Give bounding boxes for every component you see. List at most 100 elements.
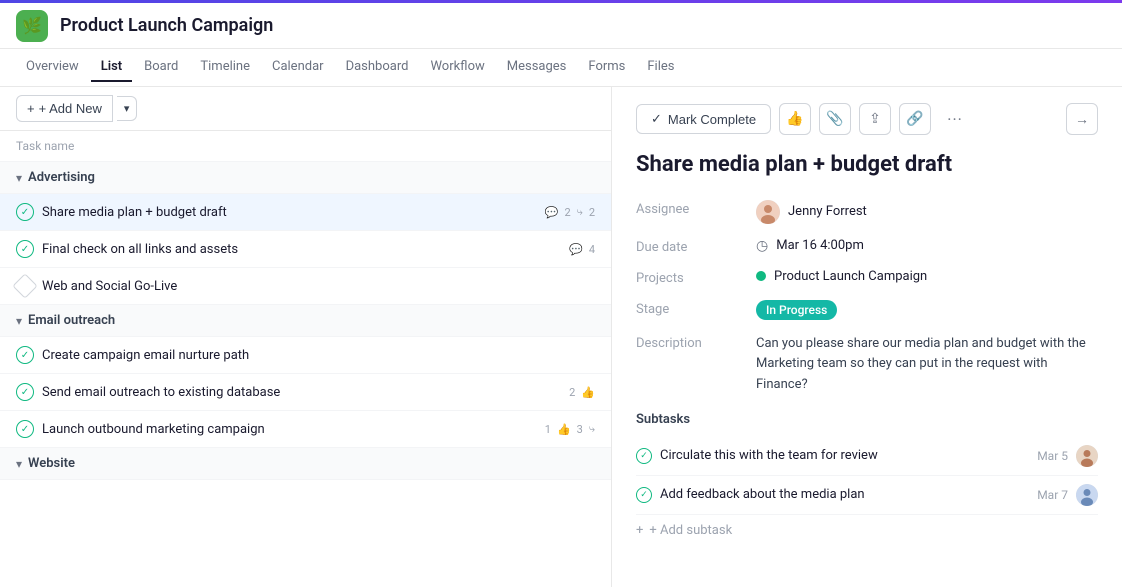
check-icon: ✓ bbox=[651, 111, 662, 127]
task-check: ✓ bbox=[16, 420, 34, 438]
task-row[interactable]: ✓ Final check on all links and assets 💬 … bbox=[0, 231, 611, 268]
task-name: Final check on all links and assets bbox=[42, 242, 561, 257]
add-subtask-button[interactable]: + + Add subtask bbox=[636, 515, 1098, 546]
section-name-advertising: Advertising bbox=[28, 170, 95, 185]
project-title: Product Launch Campaign bbox=[60, 15, 273, 36]
due-date-value[interactable]: ◷ Mar 16 4:00pm bbox=[756, 238, 1098, 254]
project-name: Product Launch Campaign bbox=[774, 269, 927, 284]
section-chevron-email-outreach: ▾ bbox=[16, 314, 22, 328]
calendar-icon: ◷ bbox=[756, 238, 768, 254]
stage-value[interactable]: In Progress bbox=[756, 300, 1098, 320]
subtask-name: Circulate this with the team for review bbox=[660, 448, 1029, 463]
subtasks-section: Subtasks ✓ Circulate this with the team … bbox=[636, 412, 1098, 546]
subtask-avatar-svg bbox=[1076, 484, 1098, 506]
add-new-button[interactable]: + + Add New bbox=[16, 95, 113, 122]
subtask-name: Add feedback about the media plan bbox=[660, 487, 1029, 502]
tab-files[interactable]: Files bbox=[637, 53, 684, 82]
projects-label: Projects bbox=[636, 269, 756, 286]
thumbs-up-button[interactable]: 👍 bbox=[779, 103, 811, 135]
due-date: Mar 16 4:00pm bbox=[776, 238, 864, 253]
status-badge: In Progress bbox=[756, 300, 837, 320]
tab-messages[interactable]: Messages bbox=[497, 53, 577, 82]
app-icon: 🌿 bbox=[16, 10, 48, 42]
tab-overview[interactable]: Overview bbox=[16, 53, 89, 82]
task-check: ✓ bbox=[16, 203, 34, 221]
section-header-website[interactable]: ▾ Website bbox=[0, 448, 611, 480]
tab-board[interactable]: Board bbox=[134, 53, 188, 82]
add-new-dropdown-button[interactable]: ▾ bbox=[117, 96, 138, 121]
task-row[interactable]: ✓ Send email outreach to existing databa… bbox=[0, 374, 611, 411]
task-name: Launch outbound marketing campaign bbox=[42, 422, 537, 437]
task-list: Task name ▾ Advertising ✓ Share media pl… bbox=[0, 131, 611, 587]
comment-count: 4 bbox=[589, 243, 595, 256]
subtask-row[interactable]: ✓ Add feedback about the media plan Mar … bbox=[636, 476, 1098, 515]
main-layout: + + Add New ▾ Task name ▾ Advertising ✓ … bbox=[0, 87, 1122, 587]
detail-stage-row: Stage In Progress bbox=[636, 300, 1098, 320]
due-date-label: Due date bbox=[636, 238, 756, 255]
project-dot bbox=[756, 271, 766, 281]
section-name-email-outreach: Email outreach bbox=[28, 313, 115, 328]
tab-workflow[interactable]: Workflow bbox=[420, 53, 494, 82]
task-name: Web and Social Go-Live bbox=[42, 279, 595, 294]
task-row[interactable]: ✓ Launch outbound marketing campaign 1 👍… bbox=[0, 411, 611, 448]
section-chevron-website: ▾ bbox=[16, 457, 22, 471]
subtask-date: Mar 5 bbox=[1037, 449, 1068, 463]
subtask-check: ✓ bbox=[636, 487, 652, 503]
section-chevron-advertising: ▾ bbox=[16, 171, 22, 185]
section-header-email-outreach[interactable]: ▾ Email outreach bbox=[0, 305, 611, 337]
task-name: Send email outreach to existing database bbox=[42, 385, 561, 400]
share-icon: ⇪ bbox=[869, 111, 881, 127]
close-icon: → bbox=[1075, 111, 1089, 128]
task-row[interactable]: ✓ Create campaign email nurture path bbox=[0, 337, 611, 374]
more-options-button[interactable]: ··· bbox=[939, 103, 971, 135]
section-header-advertising[interactable]: ▾ Advertising bbox=[0, 162, 611, 194]
plus-icon: + bbox=[636, 523, 643, 538]
tab-dashboard[interactable]: Dashboard bbox=[336, 53, 419, 82]
close-panel-button[interactable]: → bbox=[1066, 103, 1098, 135]
copy-link-button[interactable]: 🔗 bbox=[899, 103, 931, 135]
subtask-count: 2 bbox=[589, 206, 595, 219]
description-value: Can you please share our media plan and … bbox=[756, 334, 1098, 396]
detail-due-date-row: Due date ◷ Mar 16 4:00pm bbox=[636, 238, 1098, 255]
panel-toolbar: ✓ Mark Complete 👍 📎 ⇪ 🔗 ··· → bbox=[636, 103, 1098, 135]
avatar bbox=[756, 200, 780, 224]
projects-value[interactable]: Product Launch Campaign bbox=[756, 269, 1098, 284]
subtask-avatar bbox=[1076, 484, 1098, 506]
task-row[interactable]: Web and Social Go-Live bbox=[0, 268, 611, 305]
add-icon: + bbox=[27, 101, 35, 116]
task-meta: 2 👍 bbox=[569, 386, 595, 399]
nav-tabs: Overview List Board Timeline Calendar Da… bbox=[0, 49, 1122, 87]
avatar-svg bbox=[756, 200, 780, 224]
task-check: ✓ bbox=[16, 383, 34, 401]
subtask-row[interactable]: ✓ Circulate this with the team for revie… bbox=[636, 437, 1098, 476]
task-check: ✓ bbox=[16, 346, 34, 364]
detail-projects-row: Projects Product Launch Campaign bbox=[636, 269, 1098, 286]
attachment-button[interactable]: 📎 bbox=[819, 103, 851, 135]
add-subtask-label: + Add subtask bbox=[649, 523, 732, 538]
task-row[interactable]: ✓ Share media plan + budget draft 💬 2 ⤷ … bbox=[0, 194, 611, 231]
tab-timeline[interactable]: Timeline bbox=[190, 53, 260, 82]
assignee-label: Assignee bbox=[636, 200, 756, 217]
link-icon: 🔗 bbox=[906, 111, 923, 127]
subtask-avatar bbox=[1076, 445, 1098, 467]
comment-icon: 💬 bbox=[545, 206, 559, 219]
subtask-icon: ⤷ bbox=[577, 205, 583, 219]
like-count: 2 bbox=[569, 386, 575, 399]
task-list-header: Task name bbox=[0, 131, 611, 162]
tab-calendar[interactable]: Calendar bbox=[262, 53, 334, 82]
tab-forms[interactable]: Forms bbox=[578, 53, 635, 82]
description-text: Can you please share our media plan and … bbox=[756, 334, 1098, 396]
tab-list[interactable]: List bbox=[91, 53, 132, 82]
task-meta: 1 👍 3 ⤷ bbox=[545, 422, 595, 436]
subtask-count: 3 bbox=[577, 423, 583, 436]
left-toolbar: + + Add New ▾ bbox=[0, 87, 611, 131]
stage-label: Stage bbox=[636, 300, 756, 317]
task-check-diamond bbox=[12, 273, 37, 298]
assignee-value[interactable]: Jenny Forrest bbox=[756, 200, 1098, 224]
subtask-date: Mar 7 bbox=[1037, 488, 1068, 502]
more-icon: ··· bbox=[947, 110, 963, 129]
add-new-label: + Add New bbox=[39, 101, 102, 116]
share-button[interactable]: ⇪ bbox=[859, 103, 891, 135]
left-panel: + + Add New ▾ Task name ▾ Advertising ✓ … bbox=[0, 87, 612, 587]
mark-complete-button[interactable]: ✓ Mark Complete bbox=[636, 104, 771, 134]
